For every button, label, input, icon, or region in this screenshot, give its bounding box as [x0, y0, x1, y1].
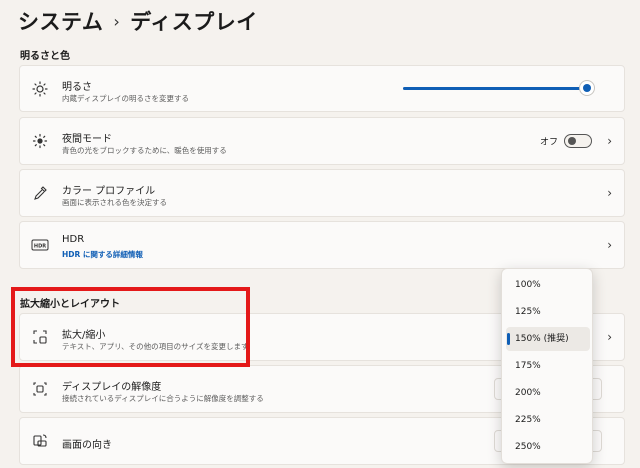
chevron-right-icon: › [607, 186, 612, 200]
svg-text:HDR: HDR [34, 244, 46, 250]
brightness-title: 明るさ [62, 82, 92, 93]
highlight-box [11, 287, 250, 367]
breadcrumb-separator: › [113, 11, 121, 31]
scale-option-225[interactable]: 225% [506, 408, 590, 432]
orientation-icon [31, 432, 49, 450]
section-title-brightness-color: 明るさと色 [20, 51, 70, 62]
night-light-card[interactable]: 夜間モード 青色の光をブロックするために、暖色を使用する オフ › [19, 117, 625, 165]
chevron-right-icon: › [607, 330, 612, 344]
scale-option-200[interactable]: 200% [506, 381, 590, 405]
hdr-learn-more-link[interactable]: HDR に関する詳細情報 [62, 249, 143, 260]
night-light-subtitle: 青色の光をブロックするために、暖色を使用する [62, 146, 227, 155]
scale-dropdown-flyout: 100% 125% 150% (推奨) 175% 200% 225% 250% [501, 268, 593, 464]
resolution-icon [31, 380, 49, 398]
scale-option-150[interactable]: 150% (推奨) [506, 327, 590, 351]
hdr-title: HDR [62, 234, 85, 245]
breadcrumb: システム › ディスプレイ [18, 6, 258, 36]
brightness-subtitle: 内蔵ディスプレイの明るさを変更する [62, 94, 189, 103]
resolution-subtitle: 接続されているディスプレイに合うように解像度を調整する [62, 394, 264, 403]
brightness-slider-thumb[interactable] [579, 80, 595, 96]
scale-option-100[interactable]: 100% [506, 273, 590, 297]
chevron-right-icon: › [607, 238, 612, 252]
night-light-toggle-label: オフ [539, 137, 558, 148]
chevron-right-icon: › [607, 134, 612, 148]
brightness-slider-track[interactable] [403, 87, 587, 90]
hdr-card[interactable]: HDR HDR HDR に関する詳細情報 › [19, 221, 625, 269]
color-profile-subtitle: 画面に表示される色を決定する [62, 198, 167, 207]
scale-option-125[interactable]: 125% [506, 300, 590, 324]
hdr-icon: HDR [31, 236, 49, 254]
page-title: ディスプレイ [130, 10, 258, 34]
sun-small-icon [31, 132, 49, 150]
color-profile-title: カラー プロファイル [62, 186, 156, 197]
brightness-card: 明るさ 内蔵ディスプレイの明るさを変更する [19, 65, 625, 112]
sun-icon [31, 80, 49, 98]
brightness-slider-fill [403, 87, 587, 90]
night-light-title: 夜間モード [62, 134, 112, 145]
orientation-title: 画面の向き [62, 440, 112, 451]
eyedropper-icon [31, 184, 49, 202]
resolution-title: ディスプレイの解像度 [62, 382, 162, 393]
breadcrumb-parent[interactable]: システム [18, 6, 103, 36]
scale-option-250[interactable]: 250% [506, 435, 590, 459]
scale-option-175[interactable]: 175% [506, 354, 590, 378]
color-profile-card[interactable]: カラー プロファイル 画面に表示される色を決定する › [19, 169, 625, 217]
night-light-toggle[interactable] [564, 134, 592, 148]
